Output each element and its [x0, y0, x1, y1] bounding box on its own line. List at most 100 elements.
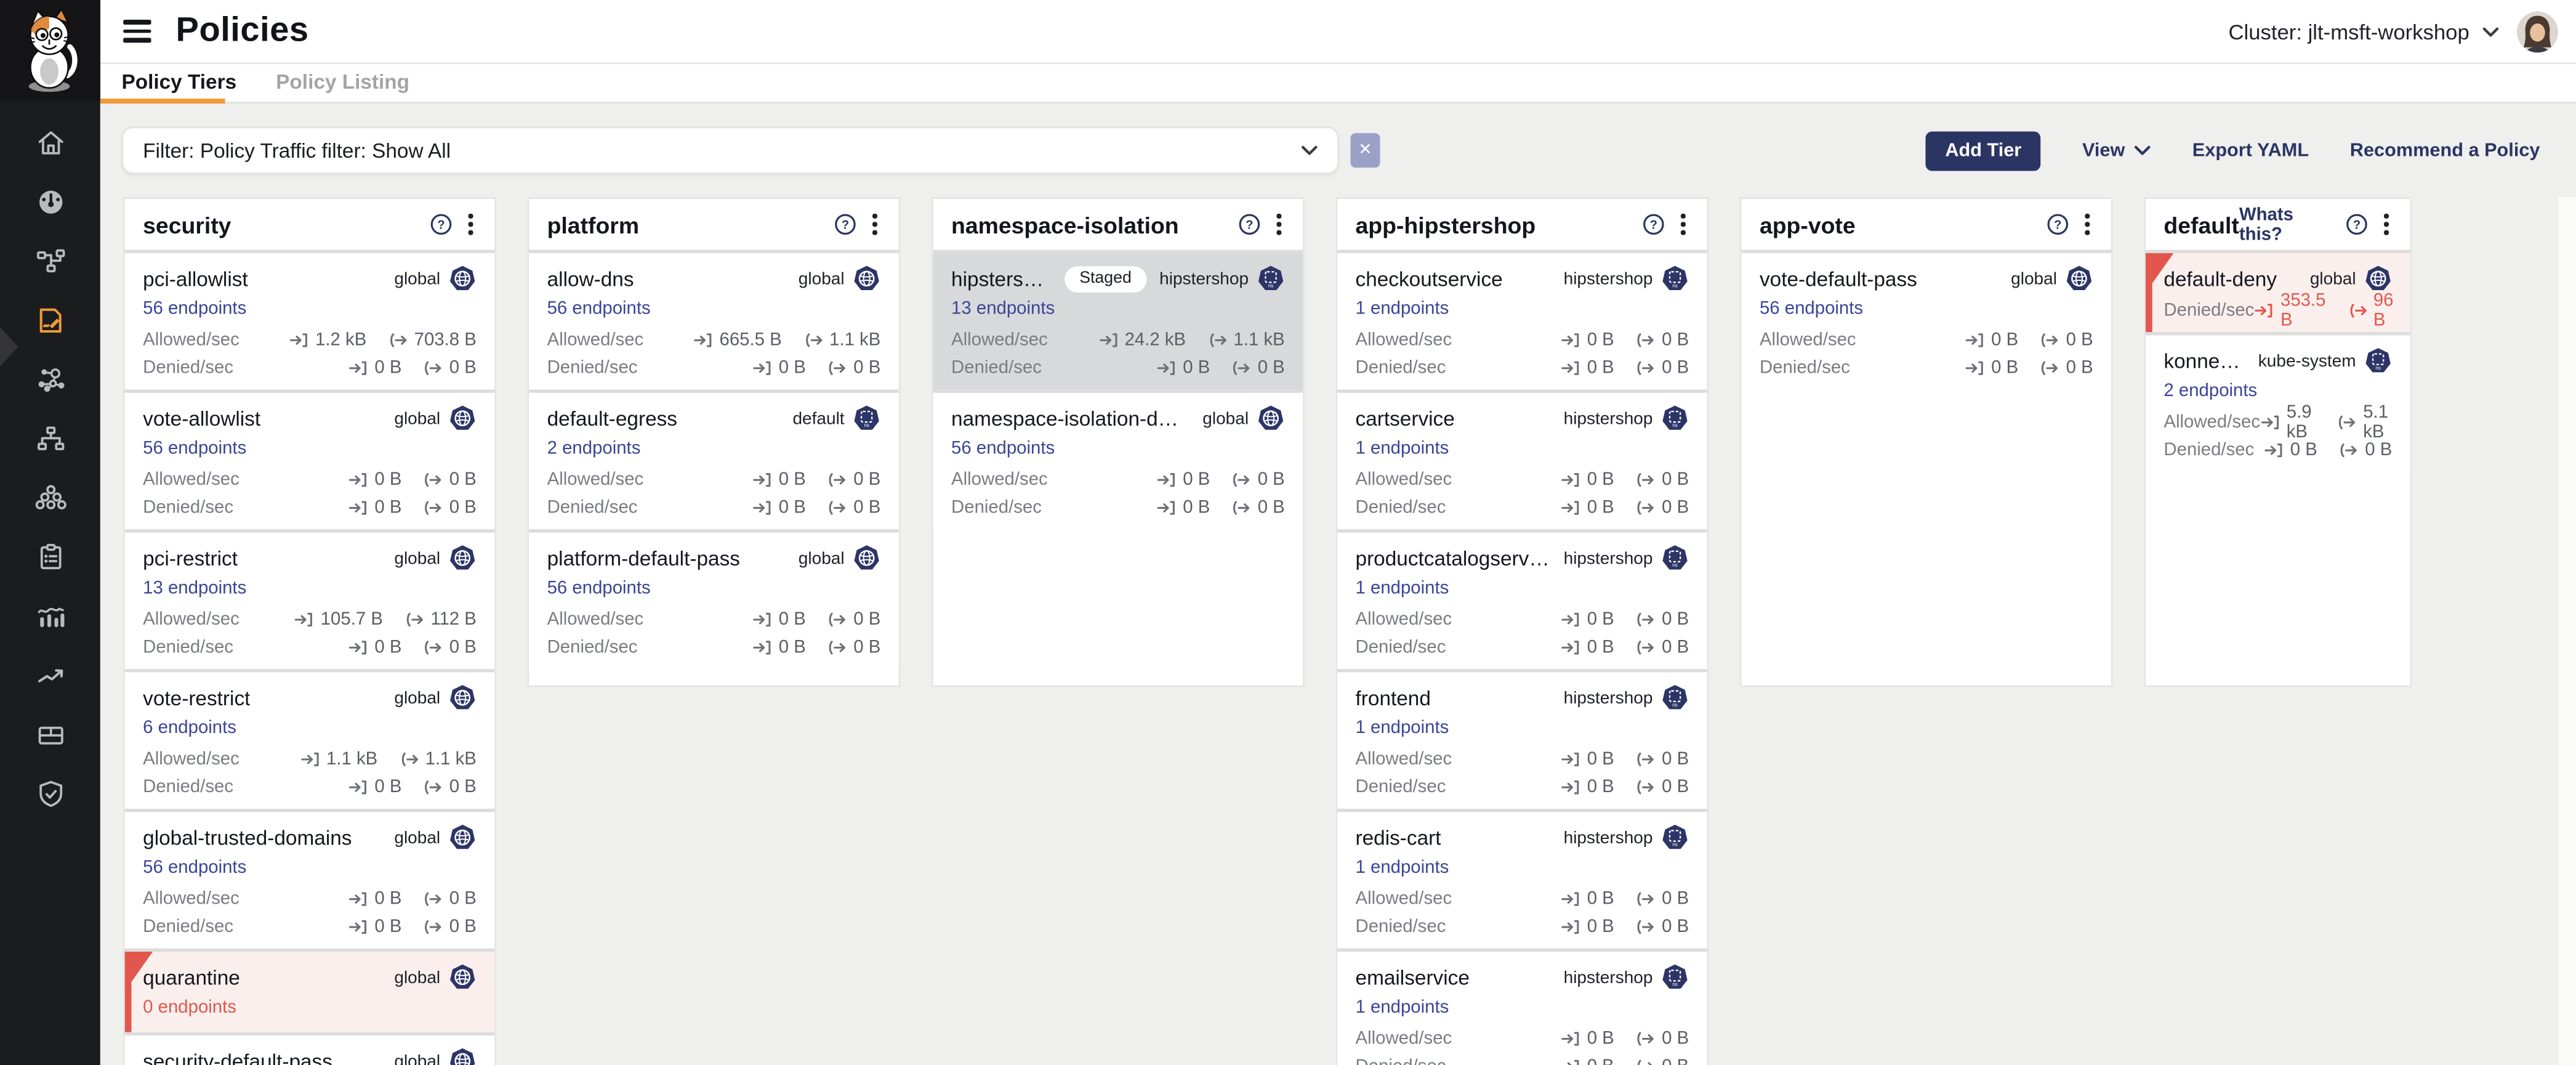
endpoints-link[interactable]: 6 endpoints	[143, 718, 236, 738]
tab-policy-tiers[interactable]: Policy Tiers	[121, 71, 236, 94]
endpoints-link[interactable]: 0 endpoints	[143, 998, 236, 1018]
export-yaml-button[interactable]: Export YAML	[2192, 140, 2309, 160]
ingress-value: 1.1 kB	[326, 750, 377, 769]
policy-card-security-default-pass[interactable]: security-default-pass global ns	[125, 1032, 494, 1065]
tier-menu-kebab-icon[interactable]	[1274, 211, 1285, 238]
stat-values: 0 B 0 B	[1561, 777, 1689, 797]
endpoints-link[interactable]: 56 endpoints	[143, 858, 246, 878]
policy-card-checkoutservice[interactable]: checkoutservice hipstershop ns 1 endpoin…	[1337, 253, 1707, 389]
policy-card-vote-default-pass[interactable]: vote-default-pass global ns 56 endpoints	[1742, 253, 2111, 389]
policy-card-platform-default-pass[interactable]: platform-default-pass global ns 56 endpo…	[529, 529, 898, 669]
ingress-value: 0 B	[779, 638, 806, 657]
ingress-value: 0 B	[1587, 777, 1614, 797]
sidebar-item-policies[interactable]	[34, 304, 66, 337]
whats-this-link[interactable]: ?	[2041, 214, 2069, 235]
stat-values: 0 B 0 B	[2264, 440, 2392, 460]
stat-values: 0 B 0 B	[752, 498, 880, 518]
endpoints-link[interactable]: 13 endpoints	[143, 578, 246, 598]
policy-card-namespace-isolation-default-p[interactable]: namespace-isolation-default-p… global ns…	[933, 389, 1303, 529]
policy-card-global-trusted-domains[interactable]: global-trusted-domains global ns 56 endp…	[125, 809, 494, 949]
policy-card-pci-restrict[interactable]: pci-restrict global ns 13 endpoints Al	[125, 529, 494, 669]
endpoints-link[interactable]: 1 endpoints	[1356, 299, 1449, 319]
sidebar-item-service-graph[interactable]	[34, 245, 66, 278]
ingress-icon	[1098, 332, 1118, 349]
endpoints-link[interactable]: 1 endpoints	[1356, 718, 1449, 738]
policy-card-konnectivity-agent[interactable]: konnectivity-agent kube-system ns 2 endp…	[2146, 332, 2410, 472]
whats-this-link[interactable]: Whats this? ?	[2239, 204, 2369, 244]
add-tier-button[interactable]: Add Tier	[1925, 131, 2041, 170]
policy-card-allow-dns[interactable]: allow-dns global ns 56 endpoints Allow	[529, 253, 898, 389]
tier-column-app-vote: app-vote ? vote-default-pass global	[1740, 197, 2113, 687]
vertical-scrollbar[interactable]	[2558, 197, 2576, 1065]
sidebar-item-threat-defense[interactable]	[34, 777, 66, 810]
traffic-stat-row: Denied/sec 353.5 B 96 B	[2163, 301, 2392, 320]
policy-card-vote-allowlist[interactable]: vote-allowlist global ns 56 endpoints	[125, 389, 494, 529]
user-avatar[interactable]	[2517, 10, 2558, 52]
whats-this-link[interactable]: ?	[1637, 214, 1665, 235]
sidebar-item-reports[interactable]	[34, 600, 66, 633]
tier-menu-kebab-icon[interactable]	[870, 211, 881, 238]
egress-value: 0 B	[449, 470, 477, 490]
sidebar-item-storage[interactable]	[34, 718, 66, 751]
cluster-selector[interactable]: Cluster: jlt-msft-workshop	[2228, 19, 2498, 44]
menu-icon[interactable]	[123, 20, 151, 42]
sidebar-item-home[interactable]	[34, 126, 66, 159]
policy-card-default-deny[interactable]: default-deny global ns Denied/sec	[2146, 253, 2410, 332]
egress-stat: 0 B	[2040, 358, 2093, 378]
sidebar-item-dashboard[interactable]	[34, 186, 66, 219]
policy-card-pci-allowlist[interactable]: pci-allowlist global ns 56 endpoints A	[125, 253, 494, 389]
endpoints-link[interactable]: 56 endpoints	[143, 299, 246, 319]
global-scope-icon	[1257, 404, 1284, 432]
policy-card-vote-restrict[interactable]: vote-restrict global ns 6 endpoints Al	[125, 669, 494, 809]
endpoints-link[interactable]: 56 endpoints	[1760, 299, 1863, 319]
stat-label: Denied/sec	[143, 638, 233, 657]
endpoints-link[interactable]: 56 endpoints	[547, 299, 651, 319]
endpoints-link[interactable]: 1 endpoints	[1356, 578, 1449, 598]
tab-policy-listing[interactable]: Policy Listing	[276, 71, 409, 94]
policy-traffic-filter-select[interactable]: Filter: Policy Traffic filter: Show All	[121, 126, 1338, 174]
tier-column-platform: platform ? allow-dns global	[528, 197, 901, 687]
clear-filter-button[interactable]: ✕	[1351, 133, 1380, 168]
ingress-stat: 0 B	[1965, 358, 2018, 378]
calico-logo[interactable]	[0, 0, 100, 100]
tier-menu-kebab-icon[interactable]	[2381, 211, 2393, 238]
policy-card-quarantine[interactable]: quarantine global ns 0 endpoints	[125, 949, 494, 1032]
traffic-stats: Allowed/sec 0 B 0 B Denied/sec	[143, 889, 477, 937]
sidebar-item-endpoints[interactable]	[34, 482, 66, 514]
policy-card-productcatalogservice[interactable]: productcatalogservice hipstershop ns 1 e…	[1337, 529, 1707, 669]
active-tab-underline	[100, 99, 225, 103]
sidebar-item-flow-visualization[interactable]	[34, 363, 66, 396]
policy-card-frontend[interactable]: frontend hipstershop ns 1 endpoints Al	[1337, 669, 1707, 809]
whats-this-link[interactable]: ?	[829, 214, 856, 235]
endpoints-link[interactable]: 56 endpoints	[951, 439, 1055, 458]
whats-this-link[interactable]: ?	[1233, 214, 1260, 235]
endpoints-link[interactable]: 2 endpoints	[2163, 381, 2257, 401]
endpoints-link[interactable]: 56 endpoints	[547, 578, 651, 598]
endpoints-link[interactable]: 2 endpoints	[547, 439, 641, 458]
policy-card-hipstershop-gh[interactable]: hipstershop-gh… Staged hipstershop ns 13…	[933, 253, 1303, 389]
endpoints-link[interactable]: 1 endpoints	[1356, 858, 1449, 878]
policy-card-default-egress[interactable]: default-egress default ns 2 endpoints	[529, 389, 898, 529]
ingress-icon	[348, 891, 368, 907]
policy-card-emailservice[interactable]: emailservice hipstershop ns 1 endpoints	[1337, 949, 1707, 1065]
tier-menu-kebab-icon[interactable]	[2082, 211, 2093, 238]
tier-menu-kebab-icon[interactable]	[1678, 211, 1689, 238]
ingress-value: 0 B	[374, 358, 401, 378]
tier-header: app-vote ?	[1742, 199, 2111, 253]
policy-card-cartservice[interactable]: cartservice hipstershop ns 1 endpoints	[1337, 389, 1707, 529]
view-dropdown[interactable]: View	[2082, 140, 2151, 160]
whats-this-link[interactable]: ?	[425, 214, 453, 235]
sidebar-item-compliance[interactable]	[34, 541, 66, 573]
endpoints-link[interactable]: 1 endpoints	[1356, 998, 1449, 1018]
recommend-policy-button[interactable]: Recommend a Policy	[2350, 140, 2540, 160]
sidebar-item-trends[interactable]	[34, 659, 66, 692]
ingress-icon	[752, 472, 772, 488]
svg-text:ns: ns	[1672, 283, 1678, 288]
endpoints-link[interactable]: 13 endpoints	[951, 299, 1055, 319]
tier-menu-kebab-icon[interactable]	[465, 211, 477, 238]
endpoints-link[interactable]: 56 endpoints	[143, 439, 246, 458]
policy-card-redis-cart[interactable]: redis-cart hipstershop ns 1 endpoints	[1337, 809, 1707, 949]
traffic-stat-row: Allowed/sec 0 B 0 B	[1356, 330, 1689, 350]
endpoints-link[interactable]: 1 endpoints	[1356, 439, 1449, 458]
sidebar-item-hierarchy[interactable]	[34, 423, 66, 455]
